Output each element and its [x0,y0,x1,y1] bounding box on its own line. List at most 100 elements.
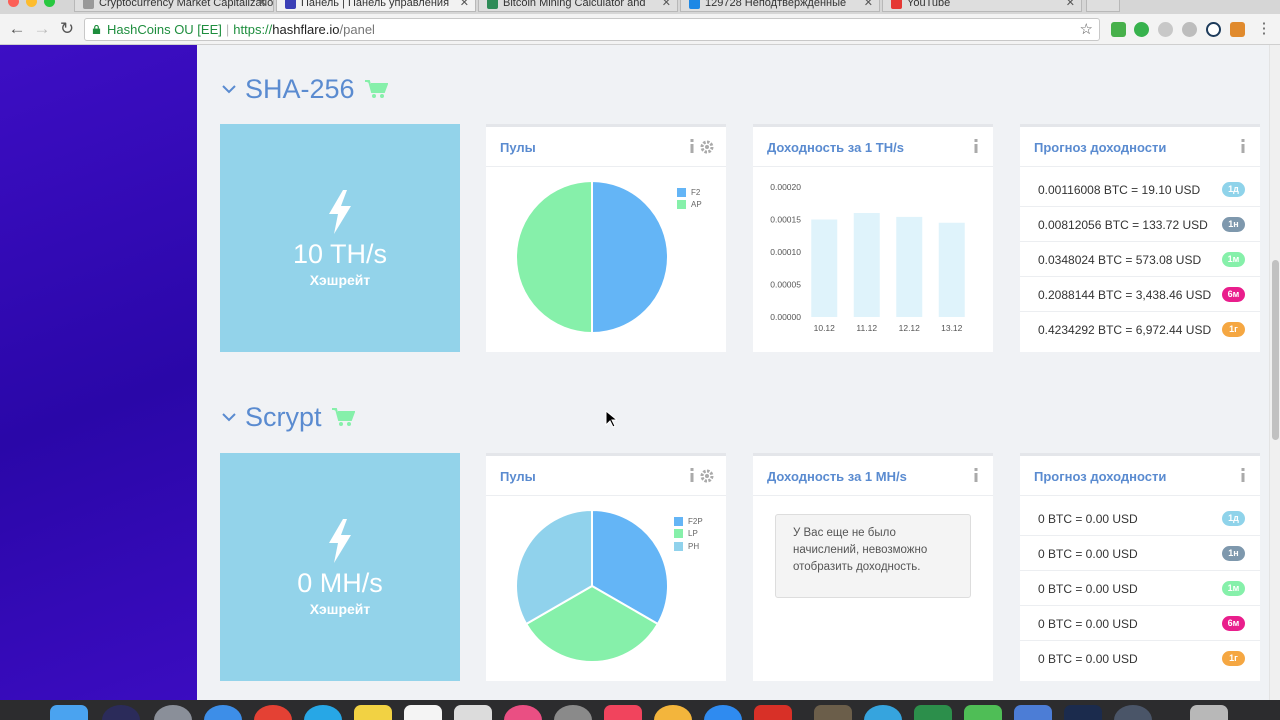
messenger-app-icon[interactable] [654,705,692,720]
calendar-app-icon[interactable] [404,705,442,720]
reload-icon[interactable]: ↻ [57,19,77,39]
chevron-down-icon[interactable] [221,409,237,425]
section-header-scrypt[interactable]: Scrypt [221,400,355,434]
extension-icon[interactable] [1158,22,1173,37]
page-scrollbar[interactable] [1269,45,1280,700]
forecast-row: 0.0348024 BTC = 573.08 USD 1м [1020,242,1260,277]
pie-slice-f2[interactable] [591,179,669,335]
facetime-app-icon[interactable] [964,705,1002,720]
chevron-down-icon[interactable] [221,81,237,97]
preferences-app-icon[interactable] [554,705,592,720]
close-tab-icon[interactable]: ✕ [662,0,671,9]
app-icon[interactable] [1114,705,1152,720]
period-badge: 1м [1222,581,1245,596]
minimize-window-button[interactable] [26,0,37,7]
browser-tab[interactable]: Bitcoin Mining Calculator and ✕ [478,0,678,12]
panel-header: Прогноз доходности [1020,127,1260,167]
safari-app-icon[interactable] [204,705,242,720]
browser-tab[interactable]: 129728 Неподтвержденные ✕ [680,0,880,12]
legend-item[interactable]: AP [677,199,702,212]
tab-title: Панель | Панель управления [301,0,450,9]
close-tab-icon[interactable]: ✕ [864,0,873,9]
close-window-button[interactable] [8,0,19,7]
shopping-cart-icon[interactable] [364,79,388,99]
info-icon[interactable] [972,139,980,153]
close-tab-icon[interactable]: ✕ [1066,0,1075,9]
app-icon[interactable] [754,705,792,720]
address-bar[interactable]: HashCoins OU [EE] | https://hashflare.io/p… [84,18,1100,41]
photos-app-icon[interactable] [454,705,492,720]
chrome-app-icon[interactable] [254,705,292,720]
extension-icon[interactable] [1206,22,1221,37]
forecast-panel: Прогноз доходности 0 BTC = 0.00 USD 1д 0 … [1020,453,1260,681]
info-icon[interactable] [1239,139,1247,153]
bar[interactable] [896,216,923,317]
pie-slice-ap[interactable] [515,179,593,335]
bar[interactable] [811,219,838,318]
new-tab-button[interactable] [1086,0,1120,12]
browser-tab[interactable]: YouTube ✕ [882,0,1082,12]
forecast-row: 0 BTC = 0.00 USD 1г [1020,641,1260,676]
app-icon[interactable] [814,705,852,720]
photoshop-app-icon[interactable] [1064,705,1102,720]
lightning-bolt-icon [329,190,351,234]
legend-item[interactable]: LP [674,528,703,541]
forward-arrow-icon[interactable]: → [32,19,52,39]
forecast-row: 0 BTC = 0.00 USD 1н [1020,536,1260,571]
extension-icon[interactable] [1134,22,1149,37]
bookmark-star-icon[interactable]: ☆ [1080,19,1093,40]
appstore-app-icon[interactable] [704,705,742,720]
gear-icon[interactable] [700,140,714,154]
close-tab-icon[interactable]: ✕ [258,0,267,9]
pools-legend: F2 AP [677,186,702,211]
gear-icon[interactable] [700,469,714,483]
notes-app-icon[interactable] [354,705,392,720]
x-tick-label: 10.12 [814,323,836,333]
forecast-row: 0 BTC = 0.00 USD 1д [1020,501,1260,536]
hashrate-label: Хэшрейт [309,601,371,617]
section-header-sha256[interactable]: SHA-256 [221,72,388,106]
section-title: SHA-256 [245,73,355,104]
app-icon[interactable] [1014,705,1052,720]
menu-dots-icon[interactable]: ⋮ [1254,19,1274,39]
bar[interactable] [938,222,965,317]
extension-icon[interactable] [1111,22,1126,37]
shopping-cart-icon[interactable] [331,407,355,427]
panel-title: Прогноз доходности [1034,140,1167,155]
browser-tab-active[interactable]: Панель | Панель управления ✕ [276,0,476,12]
back-arrow-icon[interactable]: ← [7,19,27,39]
excel-app-icon[interactable] [914,705,952,720]
info-icon[interactable] [972,468,980,482]
y-tick-label: 0.00010 [770,247,801,257]
y-tick-label: 0.00015 [770,215,801,225]
trash-icon[interactable] [1190,705,1228,720]
url-path: /panel [339,22,375,37]
bar[interactable] [853,213,880,317]
legend-swatch [674,516,683,526]
info-icon[interactable] [688,139,696,153]
close-tab-icon[interactable]: ✕ [460,0,469,9]
legend-item[interactable]: PH [674,540,703,553]
siri-app-icon[interactable] [102,705,140,720]
period-badge: 6м [1222,287,1245,302]
legend-item[interactable]: F2 [677,186,702,199]
browser-tab[interactable]: Cryptocurrency Market Capitalizations ✕ [74,0,274,12]
forecast-text: 0 BTC = 0.00 USD [1038,652,1138,666]
extension-icon[interactable] [1182,22,1197,37]
skype-app-icon[interactable] [304,705,342,720]
music-app-icon[interactable] [604,705,642,720]
info-icon[interactable] [688,468,696,482]
forecast-list: 0.00116008 BTC = 19.10 USD 1д 0.00812056 … [1020,172,1260,347]
info-icon[interactable] [1239,468,1247,482]
x-tick-label: 13.12 [941,323,963,333]
forecast-text: 0 BTC = 0.00 USD [1038,617,1138,631]
telegram-app-icon[interactable] [864,705,902,720]
finder-app-icon[interactable] [50,705,88,720]
scrollbar-thumb[interactable] [1272,260,1279,440]
legend-item[interactable]: F2P [674,515,703,528]
launchpad-app-icon[interactable] [154,705,192,720]
forecast-text: 0 BTC = 0.00 USD [1038,547,1138,561]
maximize-window-button[interactable] [44,0,55,7]
extension-icon[interactable] [1230,22,1245,37]
itunes-app-icon[interactable] [504,705,542,720]
